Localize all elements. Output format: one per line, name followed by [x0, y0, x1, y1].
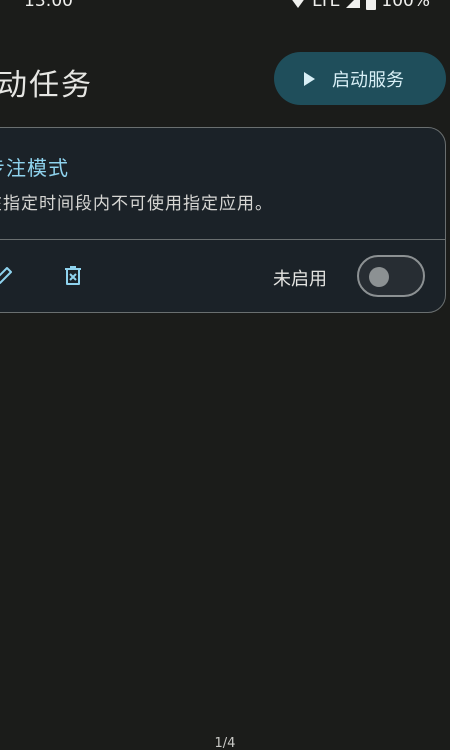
status-bar: 13:00 LTE 100%	[0, 0, 450, 15]
pencil-icon	[0, 267, 12, 285]
task-title: 专注模式	[0, 156, 69, 180]
page-indicator: 1/4	[214, 736, 236, 750]
battery-icon	[366, 0, 377, 10]
task-card: 专注模式 在指定时间段内不可使用指定应用。 未启用	[0, 127, 446, 313]
start-service-label: 启动服务	[332, 69, 404, 91]
status-time: 13:00	[24, 0, 73, 11]
page-title: 动任务	[0, 68, 93, 103]
delete-icon	[65, 266, 81, 285]
delete-button[interactable]	[61, 264, 85, 288]
toggle-knob	[369, 267, 389, 287]
signal-icon	[345, 0, 361, 9]
edit-button[interactable]	[0, 264, 15, 288]
card-divider	[0, 239, 445, 240]
start-service-button[interactable]: 启动服务	[274, 52, 446, 105]
battery-level: 100%	[381, 0, 430, 11]
network-type: LTE	[312, 0, 341, 11]
play-icon	[304, 71, 316, 86]
wifi-icon	[289, 0, 307, 9]
task-description: 在指定时间段内不可使用指定应用。	[0, 194, 273, 214]
enable-toggle[interactable]	[357, 255, 425, 297]
screen: 13:00 LTE 100% 动任务 启动服务 专注模式 在指定时间段内不可使用…	[0, 0, 450, 750]
status-icons: LTE 100%	[289, 0, 430, 11]
toggle-status-label: 未启用	[273, 269, 327, 290]
